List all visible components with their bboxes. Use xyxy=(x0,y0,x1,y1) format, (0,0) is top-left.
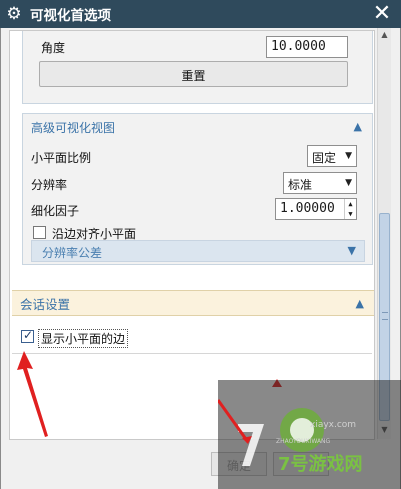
annotation-layer xyxy=(17,351,282,437)
scroll-viewport: 角度 10.0000 重置 高级可视化视图 ▲ 小平面比例 固定 ▼ 分辨率 标… xyxy=(9,30,375,440)
vertical-scrollbar[interactable]: ▲ ▼ xyxy=(377,28,391,439)
watermark-sub: ZHAOYOUXIWANG xyxy=(276,438,331,445)
gear-icon: ⚙ xyxy=(6,4,22,24)
window-title: 可视化首选项 xyxy=(30,8,111,24)
close-icon[interactable]: ✕ xyxy=(371,2,393,26)
watermark-brand: 7号游戏网 xyxy=(278,454,363,475)
red-arrow-icon xyxy=(17,351,48,437)
watermark-site: xiayx.com xyxy=(310,420,357,430)
scroll-up-icon[interactable]: ▲ xyxy=(378,30,391,42)
title-bar: ⚙ 可视化首选项 ✕ xyxy=(0,0,401,28)
watermark: xiayx.com 7号游戏网 ZHAOYOUXIWANG xyxy=(218,380,401,489)
